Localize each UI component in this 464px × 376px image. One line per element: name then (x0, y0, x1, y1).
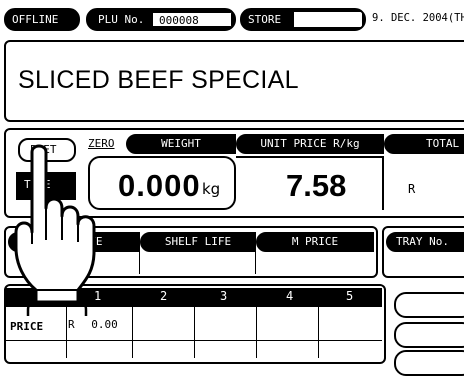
weight-unit: kg (202, 180, 221, 198)
side-button-2[interactable] (394, 322, 464, 348)
plu-number-field[interactable]: PLU No. 000008 (86, 8, 236, 31)
price-cell-4[interactable] (257, 307, 318, 340)
pointing-hand-icon (14, 144, 96, 316)
tray-header-label: TRAY No. (396, 235, 449, 248)
tray-header: TRAY No. (386, 232, 464, 252)
weight-value: 0.000 (118, 168, 201, 203)
shelf-life-field[interactable] (140, 252, 256, 274)
column-header-2: 2 (160, 289, 168, 303)
side-button-1[interactable] (394, 292, 464, 318)
tray-field[interactable] (386, 252, 464, 274)
total-display: R (384, 156, 464, 210)
store-value (294, 12, 362, 27)
offline-label: OFFLINE (12, 13, 59, 26)
shelf-life-header: SHELF LIFE (140, 232, 256, 252)
store-field[interactable]: STORE (240, 8, 366, 31)
m-price-field[interactable] (256, 252, 374, 274)
plu-number-value: 000008 (152, 12, 232, 27)
column-header-5: 5 (346, 289, 354, 303)
price-cell-2[interactable] (133, 307, 194, 340)
weight-header: WEIGHT (126, 134, 236, 154)
total-header: TOTAL (384, 134, 464, 154)
store-label: STORE (248, 13, 282, 26)
price-cell-5[interactable] (319, 307, 380, 340)
side-button-3[interactable] (394, 350, 464, 376)
price-row-label: PRICE (10, 320, 44, 333)
price-cell-3[interactable] (195, 307, 256, 340)
item-name: SLICED BEEF SPECIAL (18, 66, 299, 94)
plu-label: PLU No. (98, 13, 145, 26)
unit-price-value: 7.58 (286, 168, 347, 203)
m-price-header: M PRICE (256, 232, 374, 252)
price-cell-1[interactable]: R 0.00 (68, 318, 132, 338)
total-header-label: TOTAL (426, 137, 460, 150)
weight-display: 0.000 kg (88, 156, 236, 210)
total-currency: R (408, 182, 416, 196)
offline-mode-indicator: OFFLINE (4, 8, 80, 31)
item-name-panel: SLICED BEEF SPECIAL (4, 40, 464, 122)
unit-price-display: 7.58 (236, 156, 384, 210)
column-header-4: 4 (286, 289, 294, 303)
column-header-3: 3 (220, 289, 228, 303)
unit-price-header: UNIT PRICE R/kg (236, 134, 384, 154)
row-divider (6, 340, 382, 341)
date-display: 9. DEC. 2004(THU) (372, 12, 464, 24)
